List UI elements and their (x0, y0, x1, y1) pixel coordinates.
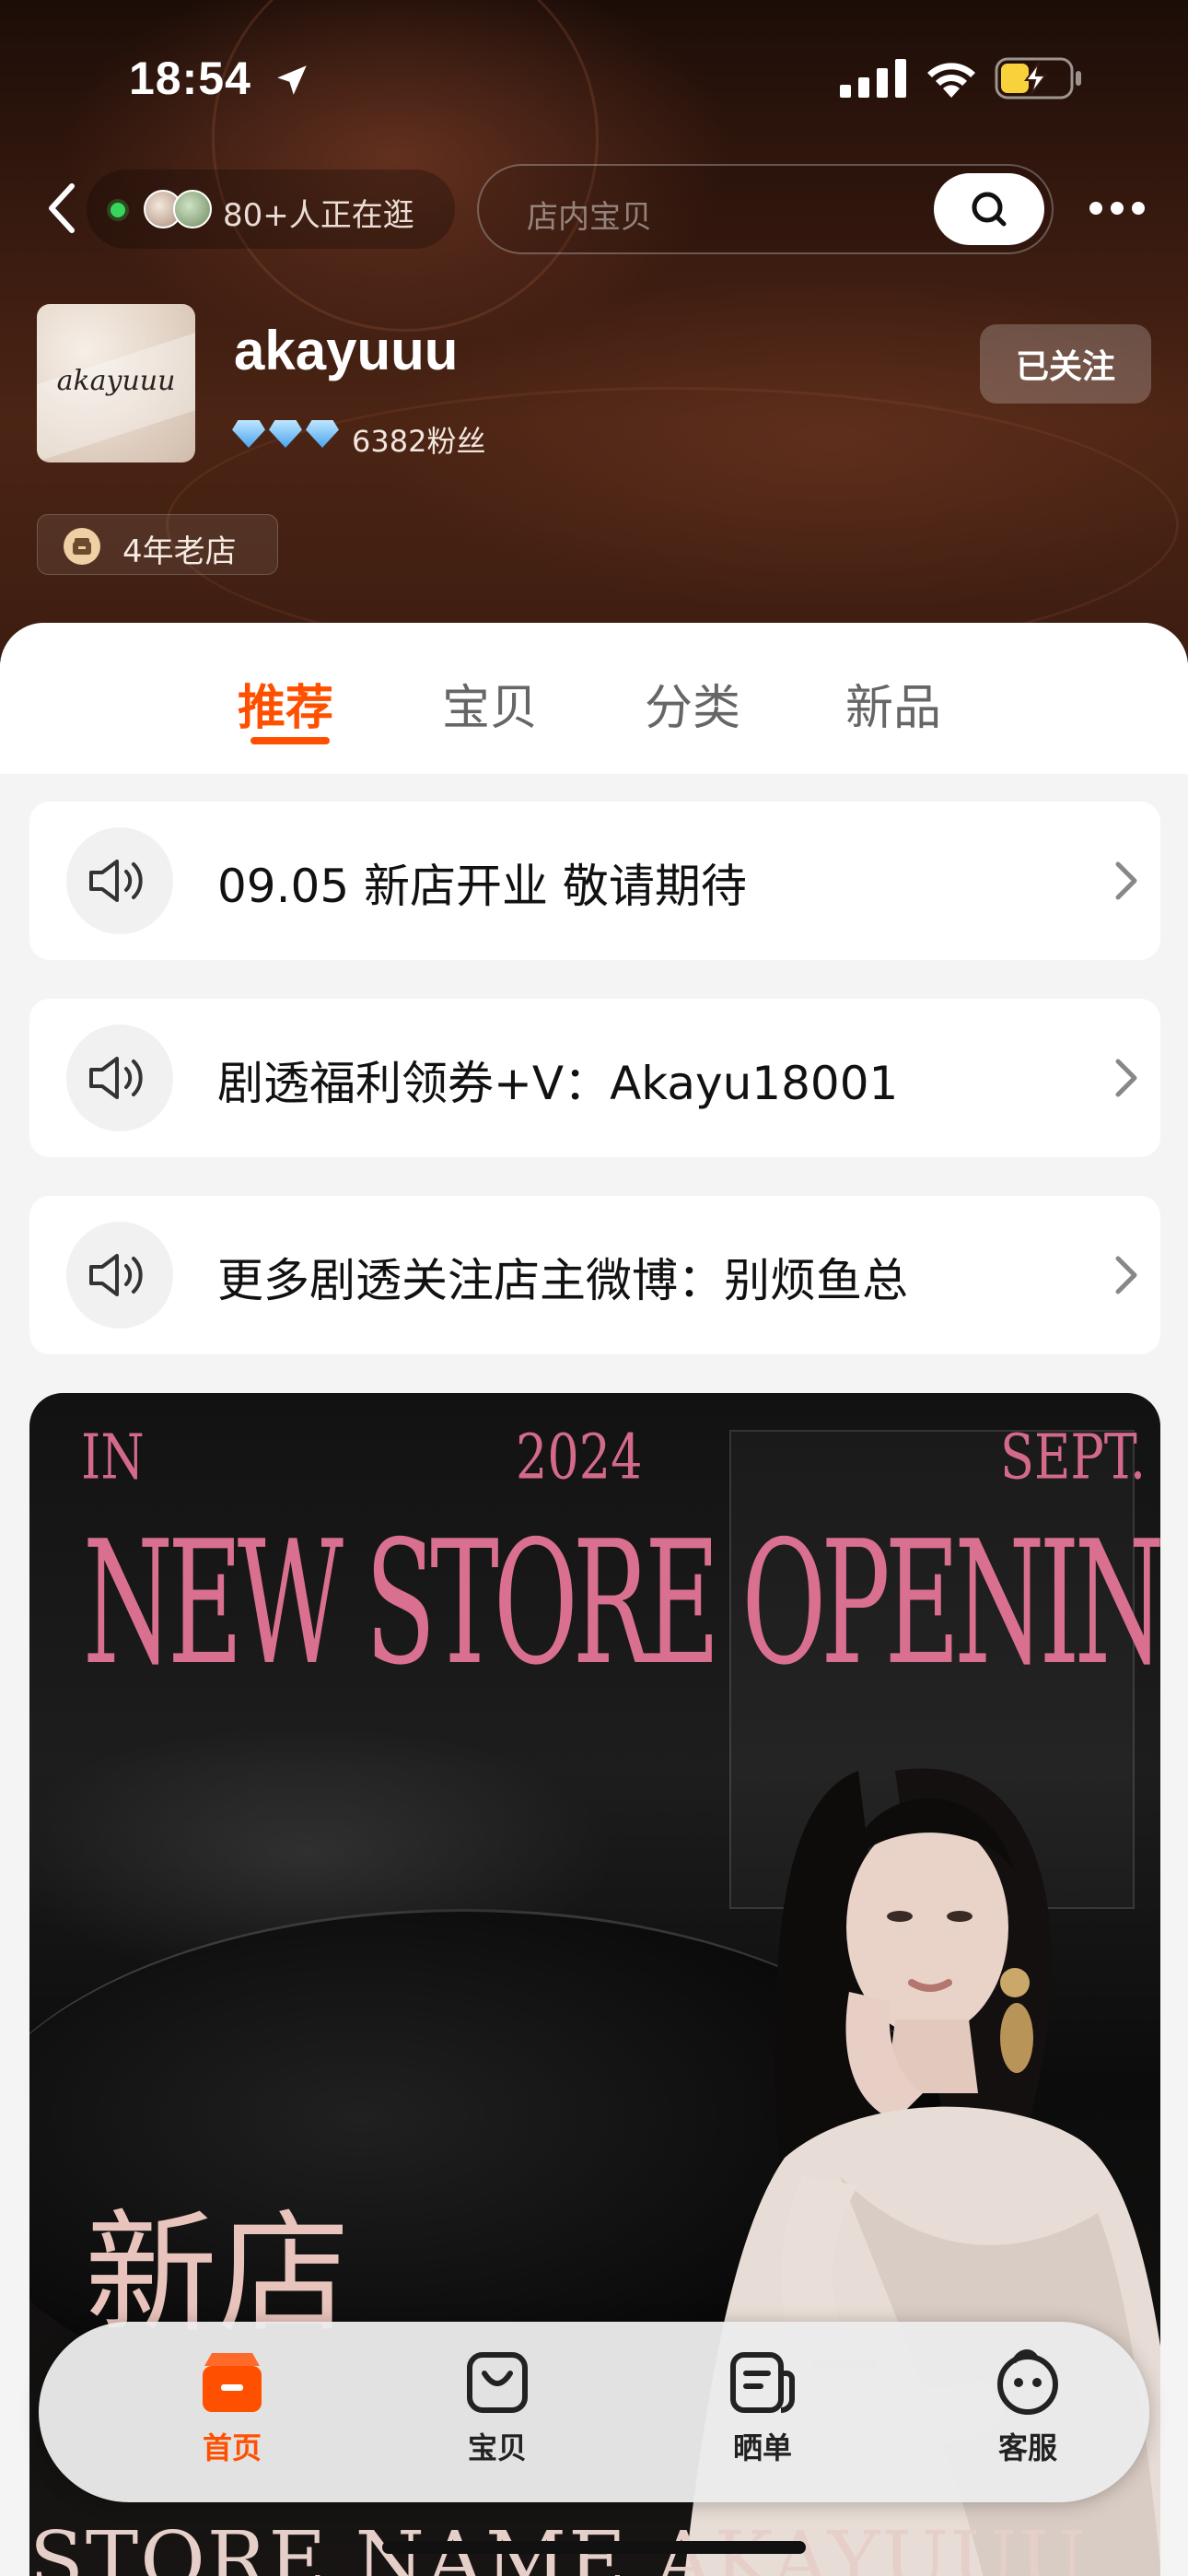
diamond-icon (232, 420, 265, 448)
shop-logo-text: akayuuu (56, 365, 176, 397)
review-card-icon (730, 2352, 795, 2413)
customer-service-icon (997, 2349, 1058, 2415)
tabbar-home[interactable]: 首页 (149, 2346, 315, 2484)
notice-text: 更多剧透关注店主微博：别烦鱼总 (217, 1254, 908, 1307)
shop-tabs: 推荐 宝贝 分类 新品 (0, 623, 1188, 774)
status-bar: 18:54 (0, 0, 1188, 157)
diamond-icon (306, 420, 339, 448)
shop-logo[interactable]: akayuuu (37, 304, 195, 463)
tab-categories[interactable]: 分类 (645, 669, 740, 738)
search-button[interactable] (934, 173, 1044, 245)
diamond-icon (269, 420, 302, 448)
visitor-avatar (173, 190, 212, 228)
tabbar-reviews-label: 晒单 (732, 2430, 792, 2465)
tab-recommend[interactable]: 推荐 (238, 669, 333, 738)
tabbar-reviews[interactable]: 晒单 (680, 2346, 845, 2484)
cellular-signal-icon (840, 59, 906, 98)
tabbar-home-label: 首页 (202, 2430, 262, 2465)
speaker-icon (66, 827, 173, 934)
notice-text: 剧透福利领券+V：Akayu18001 (217, 1057, 899, 1110)
chevron-right-icon (1115, 1059, 1137, 1097)
store-age-badge: 4年老店 (37, 514, 278, 575)
bottom-tab-bar: 首页 宝贝 晒单 客服 (39, 2322, 1149, 2502)
chevron-right-icon (1115, 861, 1137, 900)
fans-count: 6382粉丝 (352, 424, 486, 459)
tab-new-arrivals[interactable]: 新品 (845, 669, 941, 738)
shop-rating-diamonds (232, 420, 339, 448)
tabbar-items-label: 宝贝 (467, 2430, 527, 2465)
active-tab-indicator (250, 737, 330, 744)
speaker-icon (66, 1025, 173, 1131)
store-icon (64, 528, 100, 565)
banner-year: 2024 (516, 1421, 643, 1493)
shop-search-input[interactable]: 店内宝贝 (477, 164, 1054, 254)
tabbar-service-label: 客服 (997, 2430, 1057, 2465)
tabbar-items[interactable]: 宝贝 (414, 2346, 580, 2484)
shop-home-icon (203, 2353, 262, 2412)
status-time: 18:54 (129, 53, 251, 104)
visitors-count-text: 80+人正在逛 (223, 197, 414, 234)
tabbar-service[interactable]: 客服 (945, 2346, 1111, 2484)
notice-text: 09.05 新店开业 敬请期待 (217, 860, 747, 913)
notice-item[interactable]: 09.05 新店开业 敬请期待 (29, 802, 1160, 960)
speaker-icon (66, 1222, 173, 1329)
wifi-icon (927, 63, 975, 98)
notice-item[interactable]: 剧透福利领券+V：Akayu18001 (29, 999, 1160, 1157)
banner-month: SEPT. (1000, 1421, 1146, 1493)
live-dot (111, 203, 125, 217)
home-indicator (382, 2541, 806, 2554)
live-visitors-pill[interactable]: 80+人正在逛 (87, 170, 455, 249)
shop-content: 推荐 宝贝 分类 新品 09.05 新店开业 敬请期待 剧透福利领券+V：Aka… (0, 623, 1188, 2576)
battery-charging-icon (995, 57, 1081, 100)
search-icon (972, 192, 1007, 227)
location-arrow-icon (277, 65, 307, 95)
search-placeholder: 店内宝贝 (527, 199, 652, 236)
tab-items[interactable]: 宝贝 (442, 669, 538, 738)
notice-item[interactable]: 更多剧透关注店主微博：别烦鱼总 (29, 1196, 1160, 1354)
follow-button[interactable]: 已关注 (980, 324, 1151, 404)
shop-name: akayuuu (234, 320, 459, 381)
store-age-text: 4年老店 (122, 533, 237, 570)
shopping-bag-icon (467, 2352, 528, 2413)
banner-tag-left: IN (81, 1421, 145, 1493)
chevron-right-icon (1115, 1256, 1137, 1294)
more-options-icon[interactable] (1089, 201, 1146, 216)
back-arrow-icon[interactable] (44, 181, 81, 236)
